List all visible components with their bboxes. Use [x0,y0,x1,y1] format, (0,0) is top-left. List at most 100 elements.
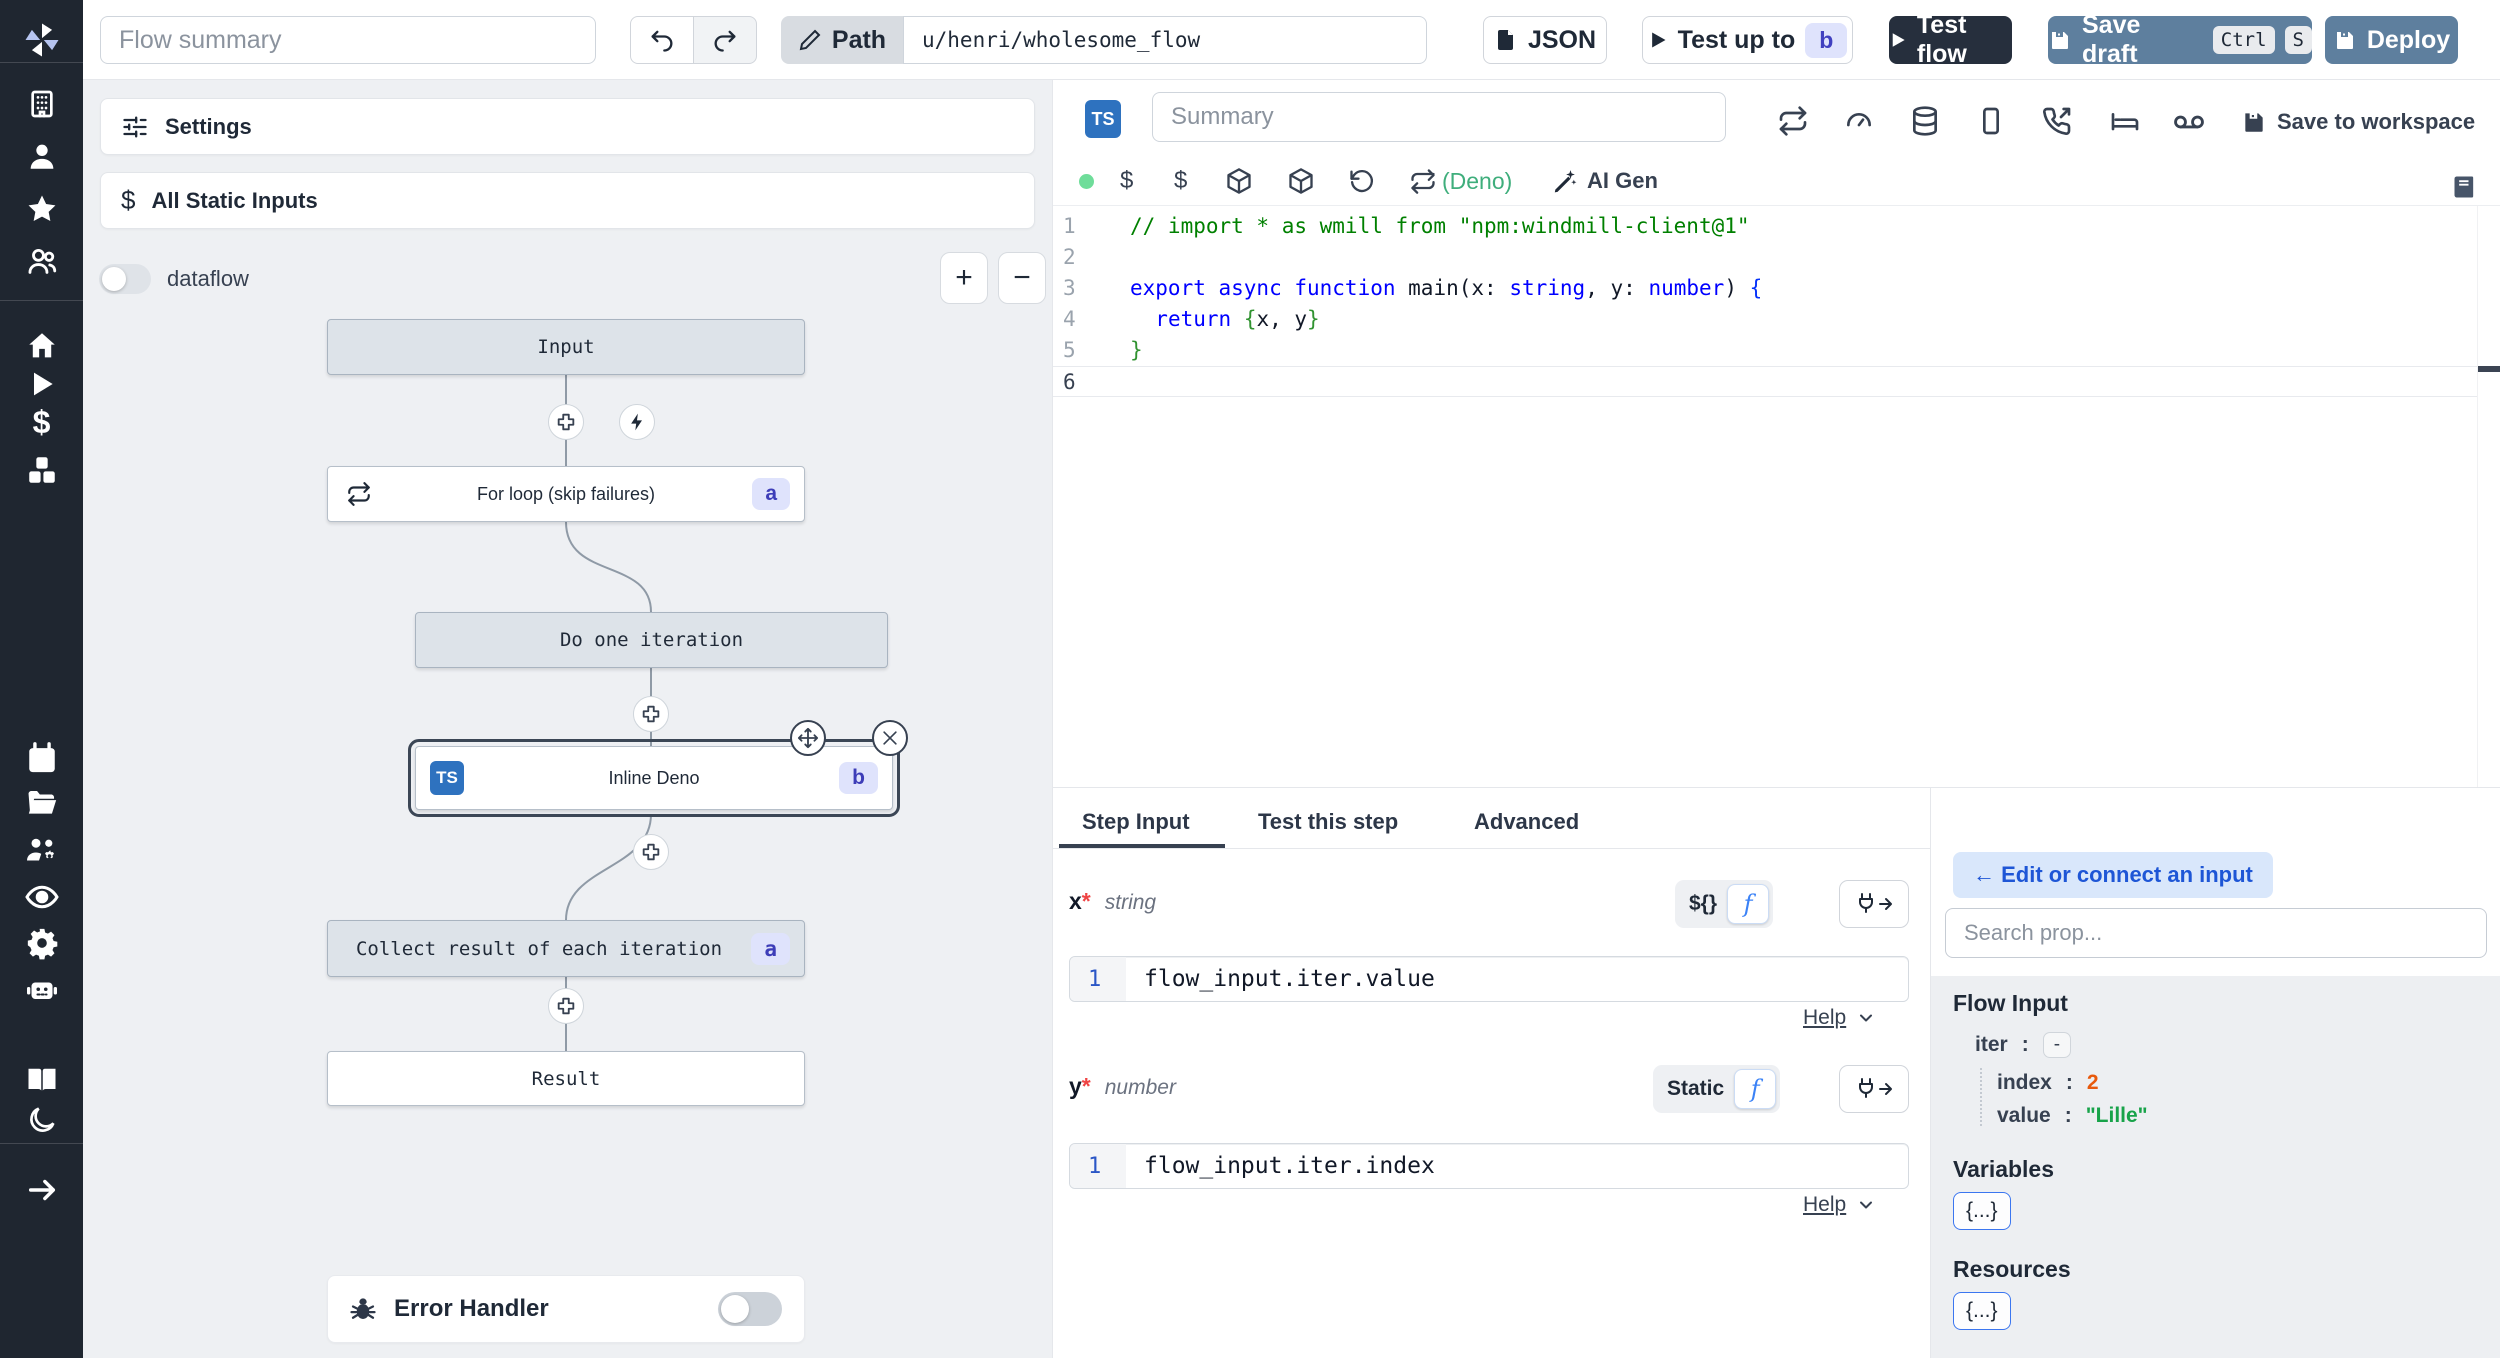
static-mode-label[interactable]: Static [1667,1077,1724,1101]
chevron-down-icon [1860,1014,1873,1022]
add-step-button[interactable] [548,404,584,440]
tree-row-iter[interactable]: iter : - [1975,1032,2072,1058]
node-input-label: Input [537,336,595,358]
template-mode-label[interactable]: ${} [1689,892,1717,916]
open-book-icon[interactable] [0,1058,83,1102]
retry-icon[interactable] [1777,105,1811,139]
field-x-expression-value[interactable]: flow_input.iter.value [1126,957,1908,1001]
node-result[interactable]: Result [327,1051,805,1106]
calendar-icon[interactable] [0,736,83,780]
eye-icon[interactable] [0,875,83,919]
node-forloop[interactable]: For loop (skip failures) a [327,466,805,522]
test-flow-button[interactable]: Test flow [1889,11,2012,68]
node-collect[interactable]: Collect result of each iteration a [327,920,805,977]
building-icon[interactable] [0,82,83,126]
field-y-expression-input[interactable]: 1 flow_input.iter.index [1069,1143,1909,1189]
redo-button[interactable] [693,16,757,64]
topbar: Path JSON Test up to b Test flow Save dr… [83,0,2500,80]
editor-overview-ruler[interactable] [2477,206,2500,787]
plug-arrow-icon [1859,1078,1892,1098]
add-step-button[interactable] [633,834,669,870]
folder-open-icon[interactable] [0,781,83,825]
code-line[interactable]: 5} [1053,335,2477,366]
boxes-icon[interactable] [0,448,83,492]
variables-expand-button[interactable]: {...} [1953,1192,2011,1230]
gauge-icon[interactable] [1843,105,1877,139]
gear-icon[interactable] [0,921,83,965]
undo-button[interactable] [630,16,694,64]
resources-expand-button[interactable]: {...} [1953,1292,2011,1330]
search-prop-input[interactable] [1945,908,2487,958]
users-icon[interactable] [0,239,83,283]
database-icon[interactable] [1909,105,1943,139]
package-icon[interactable] [1287,166,1315,196]
node-input[interactable]: Input [327,319,805,375]
field-x-help-link[interactable]: Help [1803,1006,1876,1030]
refresh-icon[interactable] [1409,166,1437,196]
test-up-to-button[interactable]: Test up to b [1642,16,1853,64]
flow-input-title: Flow Input [1953,990,2068,1016]
json-button[interactable]: JSON [1483,16,1607,64]
code-line[interactable]: 3 export async function main(x: string, y… [1053,273,2477,304]
tab-advanced[interactable]: Advanced [1474,798,1579,846]
dollar-icon[interactable]: $ [1120,166,1133,196]
path-input[interactable] [903,16,1427,64]
add-step-button[interactable] [633,696,669,732]
tree-row-value[interactable]: value : "Lille" [1997,1104,2148,1128]
flow-summary-input[interactable] [100,16,596,64]
node-inline-deno-selected[interactable]: TS Inline Deno b [408,739,900,817]
field-y-mode-toggle[interactable]: Static f [1653,1065,1781,1113]
moon-icon[interactable] [0,1098,83,1142]
tree-row-index[interactable]: index : 2 [1997,1071,2099,1095]
bed-icon[interactable] [2109,105,2143,139]
json-label: JSON [1527,25,1597,54]
dollar-icon[interactable]: $ [1174,166,1187,196]
mobile-icon[interactable] [1975,105,2009,139]
trigger-button[interactable] [619,404,655,440]
phone-incoming-icon[interactable] [2041,105,2075,139]
field-y-connect-button[interactable] [1839,1065,1909,1113]
path-chip[interactable]: Path [781,16,903,64]
save-to-workspace-button[interactable]: Save to workspace [2241,105,2475,139]
field-y-help-link[interactable]: Help [1803,1193,1876,1217]
ai-gen-button[interactable]: AI Gen [1551,166,1658,196]
save-draft-button[interactable]: Save draft Ctrl S [2048,11,2312,68]
connect-panel: ← Edit or connect an input Flow Input it… [1930,787,2500,1358]
node-iteration[interactable]: Do one iteration [415,612,888,668]
book-icon[interactable] [2451,172,2479,202]
js-expression-toggle[interactable]: f [1727,884,1770,924]
star-icon[interactable] [0,187,83,231]
tab-step-input[interactable]: Step Input [1082,798,1190,846]
code-line[interactable]: 4 return {x, y} [1053,304,2477,335]
collapse-toggle[interactable]: - [2042,1032,2072,1058]
error-handler-card[interactable]: Error Handler [327,1275,805,1343]
deno-runtime-label: (Deno) [1442,167,1513,194]
error-handler-toggle[interactable] [718,1292,782,1326]
summary-input[interactable] [1152,92,1726,142]
dollar-icon[interactable]: $ [0,400,83,444]
windmill-logo-icon[interactable] [0,18,83,62]
delete-node-button[interactable] [872,720,908,756]
package-icon[interactable] [1225,166,1253,196]
code-line-active[interactable]: 6 [1053,366,2477,397]
users-gear-icon[interactable] [0,828,83,872]
prop-picker-section: Flow Input iter : - index : 2 value : "L… [1931,976,2500,1358]
variables-title: Variables [1953,1156,2055,1182]
voicemail-icon[interactable] [2172,105,2206,139]
js-expression-toggle[interactable]: f [1734,1069,1777,1109]
rotate-ccw-icon[interactable] [1348,166,1376,196]
move-node-button[interactable] [790,720,826,756]
edit-or-connect-button[interactable]: ← Edit or connect an input [1953,852,2273,898]
field-x-mode-toggle[interactable]: ${} f [1675,880,1774,928]
user-icon[interactable] [0,134,83,178]
field-x-connect-button[interactable] [1839,880,1909,928]
add-step-button[interactable] [548,988,584,1024]
field-x-expression-input[interactable]: 1 flow_input.iter.value [1069,956,1909,1002]
tab-test-this-step[interactable]: Test this step [1258,798,1398,846]
field-y-expression-value[interactable]: flow_input.iter.index [1126,1144,1908,1188]
robot-icon[interactable] [0,968,83,1012]
deploy-button[interactable]: Deploy [2325,16,2458,64]
code-line[interactable]: 2 [1053,242,2477,273]
arrow-right-icon[interactable] [0,1168,83,1212]
code-line[interactable]: 1// import * as wmill from "npm:windmill… [1053,211,2477,242]
